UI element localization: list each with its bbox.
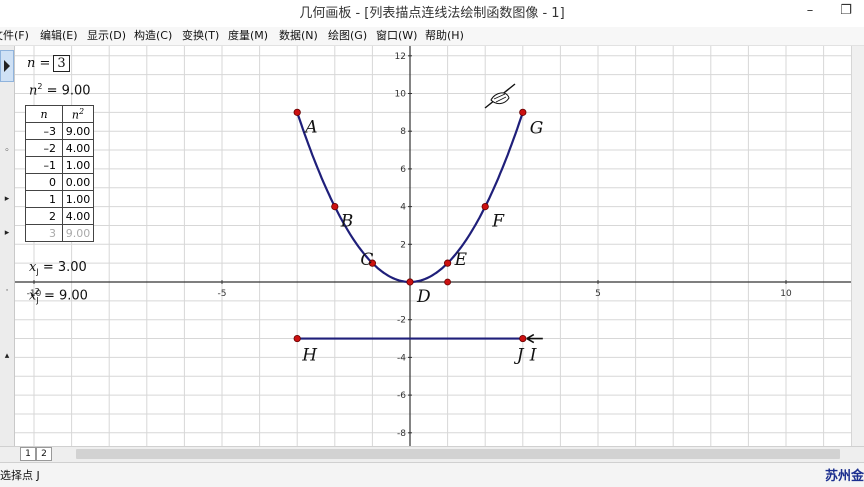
y-tick-label: 2: [400, 240, 406, 250]
menu-edit[interactable]: 编辑(E): [40, 27, 78, 45]
title-bar: 几何画板 - [列表描点连线法绘制函数图像 - 1] – ❐: [0, 0, 864, 27]
select-arrow-icon[interactable]: [0, 50, 14, 82]
table-header-n2: n2: [62, 105, 94, 123]
table-row: –1 1.00: [25, 156, 94, 174]
sketch-canvas[interactable]: -15-10-55101520-8-6-4-224681012 ABCDEFGH…: [15, 46, 851, 446]
grid-lines: [15, 46, 851, 446]
param-n-value[interactable]: 3: [53, 55, 70, 72]
page-tab-1[interactable]: 1: [20, 447, 36, 461]
vertical-scrollbar[interactable]: [851, 46, 864, 446]
value-table[interactable]: n n2 –3 9.00 –2 4.00 –1 1.00 0 0.00 1 1.00 24…: [25, 105, 94, 242]
label-g: G: [530, 118, 544, 138]
table-row: 1 1.00: [25, 190, 94, 208]
coordinate-axes: [15, 46, 851, 446]
watermark-text: 苏州金: [824, 469, 864, 484]
menu-measure[interactable]: 度量(M): [228, 27, 268, 45]
text-tool-icon[interactable]: ·: [0, 286, 14, 296]
segment-hj[interactable]: [293, 333, 543, 344]
point-d: [406, 278, 414, 286]
xj-squared-measure[interactable]: xJ2 = 9.00: [29, 287, 88, 305]
menu-transform[interactable]: 变换(T): [182, 27, 219, 45]
menu-construct[interactable]: 构造(C): [134, 27, 172, 45]
y-tick-label: -8: [397, 429, 406, 439]
label-a: A: [303, 117, 317, 137]
point-h: [293, 334, 301, 343]
n-squared-value: = 9.00: [46, 83, 91, 99]
custom-tool-icon[interactable]: ▴: [0, 351, 14, 361]
scrollbar-thumb[interactable]: [76, 449, 840, 459]
y-tick-label: 8: [400, 127, 406, 137]
menu-data[interactable]: 数据(N): [279, 27, 318, 45]
hand-cursor-icon: [484, 83, 516, 109]
y-tick-label: 4: [400, 203, 406, 213]
param-n-label: n =: [27, 56, 51, 71]
menu-graph[interactable]: 绘图(G): [328, 27, 367, 45]
label-j: J: [514, 346, 525, 366]
label-e: E: [454, 250, 468, 270]
label-c: C: [360, 250, 373, 270]
restore-button[interactable]: ❐: [828, 0, 864, 24]
table-header-n: n: [25, 105, 63, 123]
y-tick-label: -2: [397, 316, 406, 326]
xj-value: = 3.00: [42, 260, 87, 275]
label-d: D: [416, 287, 431, 307]
label-h: H: [301, 346, 318, 366]
menu-window[interactable]: 窗口(W): [376, 27, 417, 45]
point-e: [443, 259, 452, 267]
table-row: –3 9.00: [25, 122, 94, 140]
compass-tool-icon[interactable]: ▸: [0, 194, 14, 204]
y-tick-label: -4: [397, 353, 406, 363]
xj-measure[interactable]: xJ = 3.00: [29, 260, 87, 277]
page-tab-2[interactable]: 2: [36, 447, 52, 461]
y-tick-label: 6: [400, 165, 406, 175]
x-tick-label: 5: [595, 289, 601, 299]
status-bar: 选择点 J 苏州金: [0, 462, 864, 487]
label-f: F: [491, 212, 505, 232]
x-tick-label: -5: [218, 289, 227, 299]
table-row: 0 0.00: [25, 173, 94, 191]
param-n[interactable]: n = 3: [27, 55, 70, 72]
window-title: 几何画板 - [列表描点连线法绘制函数图像 - 1]: [299, 6, 565, 21]
label-b: B: [340, 212, 354, 232]
y-tick-label: 10: [395, 90, 407, 100]
point-a: [293, 108, 301, 116]
axis-tick-labels: -15-10-55101520-8-6-4-224681012: [27, 52, 792, 439]
point-extra: [444, 278, 452, 286]
point-f: [481, 203, 489, 211]
y-tick-label: -6: [397, 391, 406, 401]
label-i: I: [529, 346, 537, 366]
xj-squared-value: = 9.00: [43, 288, 88, 304]
n-squared-measure[interactable]: n2 = 9.00: [29, 82, 91, 98]
minimize-button[interactable]: –: [792, 0, 828, 24]
point-g: [519, 108, 527, 116]
n-squared-sup: 2: [37, 82, 43, 91]
table-row: 3 9.00: [25, 224, 94, 242]
table-row: –2 4.00: [25, 139, 94, 157]
menu-help[interactable]: 帮助(H): [425, 27, 464, 45]
arrow-cursor-icon: [526, 333, 543, 344]
horizontal-scrollbar[interactable]: 1 2: [0, 446, 864, 462]
menu-file[interactable]: 文件(F): [0, 27, 29, 45]
menu-display[interactable]: 显示(D): [87, 27, 126, 45]
toolbox: ◦ ▸ ▸ · ▴: [0, 46, 15, 446]
x-tick-label: 10: [780, 289, 792, 299]
point-tool-icon[interactable]: ◦: [0, 146, 14, 156]
menu-bar: 文件(F) 编辑(E) 显示(D) 构造(C) 变换(T) 度量(M) 数据(N…: [0, 27, 864, 46]
point-b: [331, 203, 339, 211]
point-j: [519, 334, 527, 343]
y-tick-label: 12: [395, 52, 406, 62]
table-row: 2 4.00: [25, 207, 94, 225]
status-text: 选择点 J: [0, 469, 40, 482]
straightedge-tool-icon[interactable]: ▸: [0, 228, 14, 238]
